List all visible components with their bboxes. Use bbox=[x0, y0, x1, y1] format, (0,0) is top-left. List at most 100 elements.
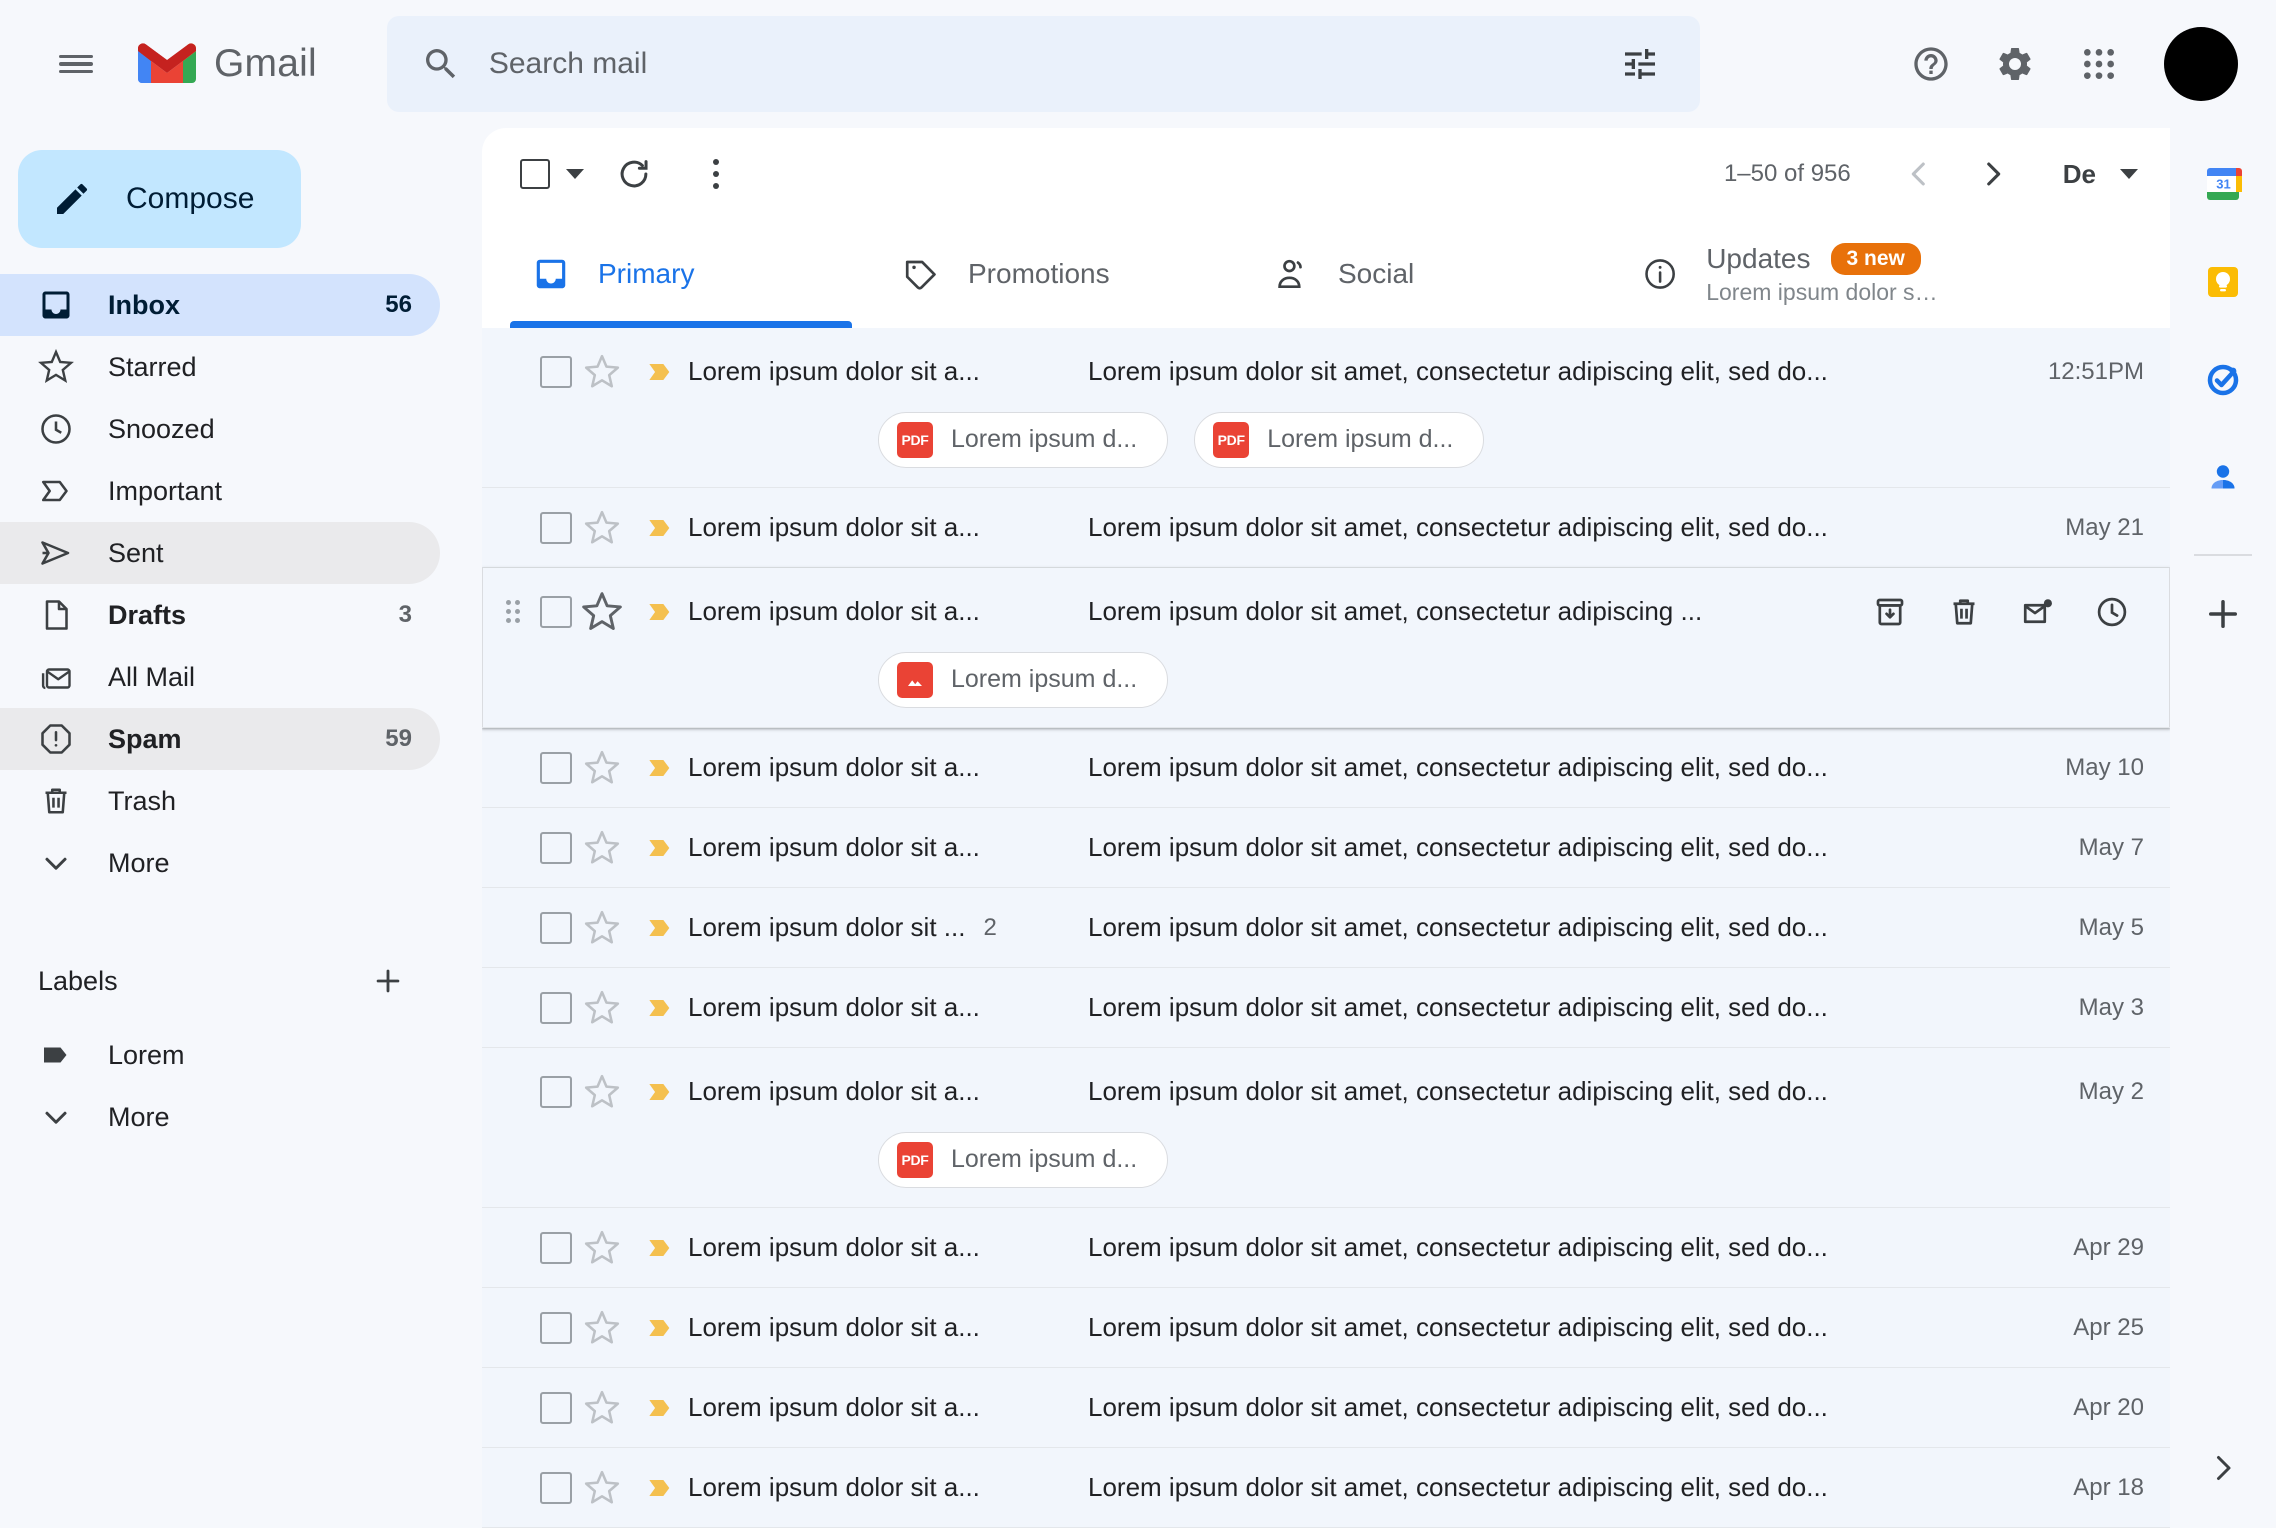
row-checkbox[interactable] bbox=[540, 751, 572, 784]
sidebar-item-sent[interactable]: Sent bbox=[0, 522, 440, 584]
row-checkbox[interactable] bbox=[540, 1471, 572, 1504]
star-toggle[interactable] bbox=[572, 1389, 632, 1427]
star-toggle[interactable] bbox=[572, 509, 632, 547]
importance-marker[interactable] bbox=[632, 912, 688, 944]
star-toggle[interactable] bbox=[572, 829, 632, 867]
table-row[interactable]: Lorem ipsum dolor sit a... Lorem ipsum d… bbox=[482, 1048, 2170, 1208]
importance-marker[interactable] bbox=[632, 992, 688, 1024]
importance-marker[interactable] bbox=[632, 356, 688, 388]
attachment-chip[interactable]: PDF Lorem ipsum d... bbox=[878, 1131, 1169, 1188]
tune-filter-icon[interactable] bbox=[1608, 32, 1672, 96]
archive-icon[interactable] bbox=[1858, 580, 1922, 644]
tab-social[interactable]: Social bbox=[1236, 220, 1606, 328]
star-toggle[interactable] bbox=[572, 590, 632, 634]
row-checkbox[interactable] bbox=[540, 991, 572, 1024]
select-all-checkbox[interactable] bbox=[520, 159, 584, 189]
delete-icon[interactable] bbox=[1932, 580, 1996, 644]
mark-unread-icon[interactable] bbox=[2006, 580, 2070, 644]
star-toggle[interactable] bbox=[572, 1309, 632, 1347]
compose-button[interactable]: Compose bbox=[18, 150, 301, 248]
row-checkbox[interactable] bbox=[540, 1231, 572, 1264]
hamburger-icon[interactable] bbox=[40, 28, 112, 100]
apps-grid-icon[interactable] bbox=[2064, 29, 2134, 99]
search-input[interactable] bbox=[488, 47, 1608, 81]
row-checkbox[interactable] bbox=[540, 911, 572, 944]
importance-marker[interactable] bbox=[632, 1472, 688, 1504]
row-checkbox[interactable] bbox=[540, 511, 572, 544]
sidebar-item-inbox[interactable]: Inbox 56 bbox=[0, 274, 440, 336]
importance-marker[interactable] bbox=[632, 512, 688, 544]
label-important-icon bbox=[41, 480, 68, 502]
importance-marker[interactable] bbox=[632, 1232, 688, 1264]
table-row[interactable]: Lorem ipsum dolor sit a... Lorem ipsum d… bbox=[482, 968, 2170, 1048]
importance-marker[interactable] bbox=[632, 1076, 688, 1108]
google-keep-icon[interactable] bbox=[2185, 244, 2261, 320]
table-row[interactable]: Lorem ipsum dolor sit ... 2 Lorem ipsum … bbox=[482, 888, 2170, 968]
tab-updates[interactable]: Updates 3 new Lorem ipsum dolor sit ... bbox=[1606, 220, 1976, 328]
sidebar-item-important[interactable]: Important bbox=[0, 460, 440, 522]
next-page-button[interactable] bbox=[1961, 142, 2025, 206]
plus-icon[interactable] bbox=[2185, 576, 2261, 652]
chevron-down-icon[interactable] bbox=[566, 169, 584, 179]
table-row[interactable]: Lorem ipsum dolor sit a... Lorem ipsum d… bbox=[482, 1288, 2170, 1368]
google-tasks-icon[interactable] bbox=[2185, 342, 2261, 418]
avatar[interactable] bbox=[2164, 27, 2238, 101]
row-checkbox[interactable] bbox=[540, 355, 572, 388]
prev-page-button[interactable] bbox=[1887, 142, 1951, 206]
star-toggle[interactable] bbox=[572, 1229, 632, 1267]
google-contacts-icon[interactable] bbox=[2185, 440, 2261, 516]
attachment-chip[interactable]: PDF Lorem ipsum d... bbox=[1194, 411, 1485, 468]
row-checkbox[interactable] bbox=[540, 1391, 572, 1424]
table-row[interactable]: Lorem ipsum dolor sit a... Lorem ipsum d… bbox=[482, 328, 2170, 488]
brand[interactable]: Gmail bbox=[138, 42, 317, 86]
star-toggle[interactable] bbox=[572, 749, 632, 787]
sidebar-item-trash[interactable]: Trash bbox=[0, 770, 440, 832]
star-toggle[interactable] bbox=[572, 909, 632, 947]
sender-text: Lorem ipsum dolor sit a... bbox=[688, 512, 980, 542]
drag-handle[interactable] bbox=[506, 600, 530, 623]
row-checkbox[interactable] bbox=[540, 595, 572, 628]
star-toggle[interactable] bbox=[572, 1469, 632, 1507]
table-row[interactable]: Lorem ipsum dolor sit a... Lorem ipsum d… bbox=[482, 1208, 2170, 1288]
tab-promotions[interactable]: Promotions bbox=[866, 220, 1236, 328]
gear-icon[interactable] bbox=[1980, 29, 2050, 99]
tab-primary[interactable]: Primary bbox=[496, 220, 866, 328]
importance-marker[interactable] bbox=[632, 832, 688, 864]
importance-marker[interactable] bbox=[632, 1392, 688, 1424]
sidebar-labels-more[interactable]: More bbox=[0, 1086, 440, 1148]
importance-marker[interactable] bbox=[632, 1312, 688, 1344]
refresh-button[interactable] bbox=[602, 142, 666, 206]
star-toggle[interactable] bbox=[572, 989, 632, 1027]
importance-marker[interactable] bbox=[632, 752, 688, 784]
table-row[interactable]: Lorem ipsum dolor sit a... Lorem ipsum d… bbox=[482, 1368, 2170, 1448]
table-row[interactable]: Lorem ipsum dolor sit a... Lorem ipsum d… bbox=[482, 1448, 2170, 1528]
plus-icon[interactable] bbox=[364, 957, 412, 1005]
sidebar-item-snoozed[interactable]: Snoozed bbox=[0, 398, 440, 460]
sidebar-label-lorem[interactable]: Lorem bbox=[0, 1024, 440, 1086]
help-icon[interactable] bbox=[1896, 29, 1966, 99]
sidebar-item-all-mail[interactable]: All Mail bbox=[0, 646, 440, 708]
sidebar-item-more[interactable]: More bbox=[0, 832, 440, 894]
table-row[interactable]: Lorem ipsum dolor sit a... Lorem ipsum d… bbox=[482, 808, 2170, 888]
row-checkbox[interactable] bbox=[540, 831, 572, 864]
sort-dropdown[interactable]: De bbox=[2057, 159, 2144, 190]
table-row[interactable]: Lorem ipsum dolor sit a... Lorem ipsum d… bbox=[482, 488, 2170, 568]
sidebar-item-drafts[interactable]: Drafts 3 bbox=[0, 584, 440, 646]
more-options-button[interactable] bbox=[684, 142, 748, 206]
table-row[interactable]: Lorem ipsum dolor sit a... Lorem ipsum d… bbox=[482, 728, 2170, 808]
row-checkbox[interactable] bbox=[540, 1075, 572, 1108]
importance-marker[interactable] bbox=[632, 596, 688, 628]
google-calendar-icon[interactable]: 31 bbox=[2185, 146, 2261, 222]
row-checkbox[interactable] bbox=[540, 1311, 572, 1344]
attachment-chip[interactable]: PDF Lorem ipsum d... bbox=[878, 411, 1169, 468]
attachment-chip[interactable]: Lorem ipsum d... bbox=[878, 651, 1169, 708]
table-row[interactable]: Lorem ipsum dolor sit a... Lorem ipsum d… bbox=[482, 568, 2170, 728]
calendar-day: 31 bbox=[2216, 177, 2230, 192]
expand-side-panel-button[interactable] bbox=[2191, 1436, 2255, 1500]
star-toggle[interactable] bbox=[572, 1073, 632, 1111]
search-bar[interactable] bbox=[386, 16, 1700, 112]
snooze-icon[interactable] bbox=[2080, 580, 2144, 644]
sidebar-item-starred[interactable]: Starred bbox=[0, 336, 440, 398]
sidebar-item-spam[interactable]: Spam 59 bbox=[0, 708, 440, 770]
star-toggle[interactable] bbox=[572, 353, 632, 391]
